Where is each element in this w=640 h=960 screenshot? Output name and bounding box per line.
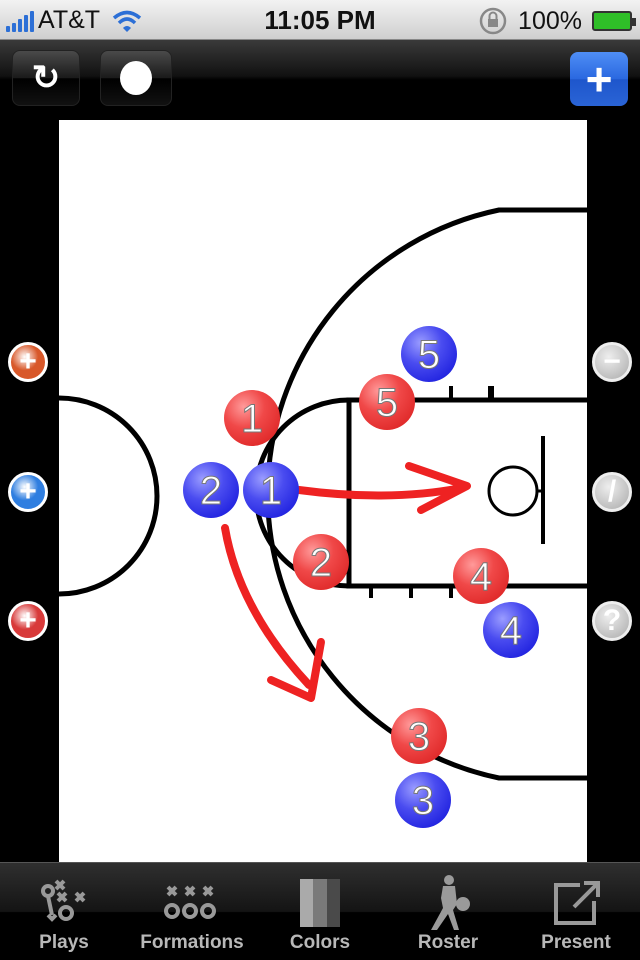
- offense-player-1[interactable]: 1: [224, 390, 280, 446]
- tab-roster[interactable]: Roster: [384, 863, 512, 960]
- player-number: 2: [200, 469, 222, 513]
- player-number: 3: [412, 779, 434, 823]
- defense-player-3[interactable]: 3: [395, 772, 451, 828]
- offense-player-2[interactable]: 2: [293, 534, 349, 590]
- offense-player-5[interactable]: 5: [359, 374, 415, 430]
- tab-label: Present: [541, 932, 611, 953]
- tab-label: Roster: [417, 932, 479, 953]
- add-orange-player-button[interactable]: +: [8, 342, 48, 382]
- add-red-player-button[interactable]: +: [8, 601, 48, 641]
- refresh-icon: ↻: [31, 59, 61, 97]
- tab-present[interactable]: Present: [512, 863, 640, 960]
- player-number: 4: [500, 609, 522, 653]
- offense-player-4[interactable]: 4: [453, 548, 509, 604]
- roster-icon: [418, 874, 478, 932]
- plays-icon: [34, 874, 94, 932]
- defense-player-4[interactable]: 4: [483, 602, 539, 658]
- minus-icon: −: [603, 345, 621, 378]
- player-number: 1: [241, 397, 263, 441]
- colors-icon: [290, 874, 350, 932]
- tab-formations[interactable]: Formations: [128, 863, 256, 960]
- rotation-lock-icon: [479, 7, 507, 35]
- plus-icon: +: [585, 53, 613, 105]
- player-number: 4: [470, 555, 492, 599]
- refresh-button[interactable]: ↻: [12, 50, 80, 106]
- plus-icon: +: [19, 345, 37, 378]
- formations-icon: [162, 874, 222, 932]
- pass-arrow-1: [295, 484, 465, 500]
- tab-plays[interactable]: Plays: [0, 863, 128, 960]
- court-lines: 1234512345: [59, 207, 587, 828]
- draw-button[interactable]: /: [592, 472, 632, 512]
- remove-button[interactable]: −: [592, 342, 632, 382]
- pencil-icon: /: [607, 475, 617, 508]
- help-icon: ?: [602, 604, 622, 637]
- center-circle: [59, 395, 160, 597]
- tab-label: Plays: [39, 932, 89, 953]
- player-number: 2: [310, 541, 332, 585]
- offense-player-3[interactable]: 3: [391, 708, 447, 764]
- hoop: [487, 465, 539, 517]
- tab-label: Colors: [289, 932, 351, 953]
- add-button[interactable]: +: [570, 52, 628, 106]
- present-icon: [546, 874, 606, 932]
- player-number: 5: [376, 381, 398, 425]
- player-number: 5: [418, 333, 440, 377]
- tab-bar: Plays Formations Colors Roster Present: [0, 862, 640, 960]
- ball-button[interactable]: [100, 50, 172, 106]
- toolbar: ↻ +: [0, 40, 640, 120]
- status-bar: AT&T 11:05 PM 100%: [0, 0, 640, 40]
- plus-icon: +: [19, 604, 37, 637]
- court[interactable]: 1234512345: [59, 120, 587, 862]
- defense-player-1[interactable]: 1: [243, 462, 299, 518]
- add-blue-player-button[interactable]: +: [8, 472, 48, 512]
- ball-icon: [120, 61, 152, 95]
- defense-player-2[interactable]: 2: [183, 462, 239, 518]
- tab-colors[interactable]: Colors: [256, 863, 384, 960]
- help-button[interactable]: ?: [592, 601, 632, 641]
- battery-percent: 100%: [518, 6, 582, 35]
- defense-player-5[interactable]: 5: [401, 326, 457, 382]
- plus-icon: +: [19, 475, 37, 508]
- battery-icon: [592, 11, 636, 31]
- player-number: 3: [408, 715, 430, 759]
- tab-label: Formations: [140, 932, 244, 953]
- player-number: 1: [260, 469, 282, 513]
